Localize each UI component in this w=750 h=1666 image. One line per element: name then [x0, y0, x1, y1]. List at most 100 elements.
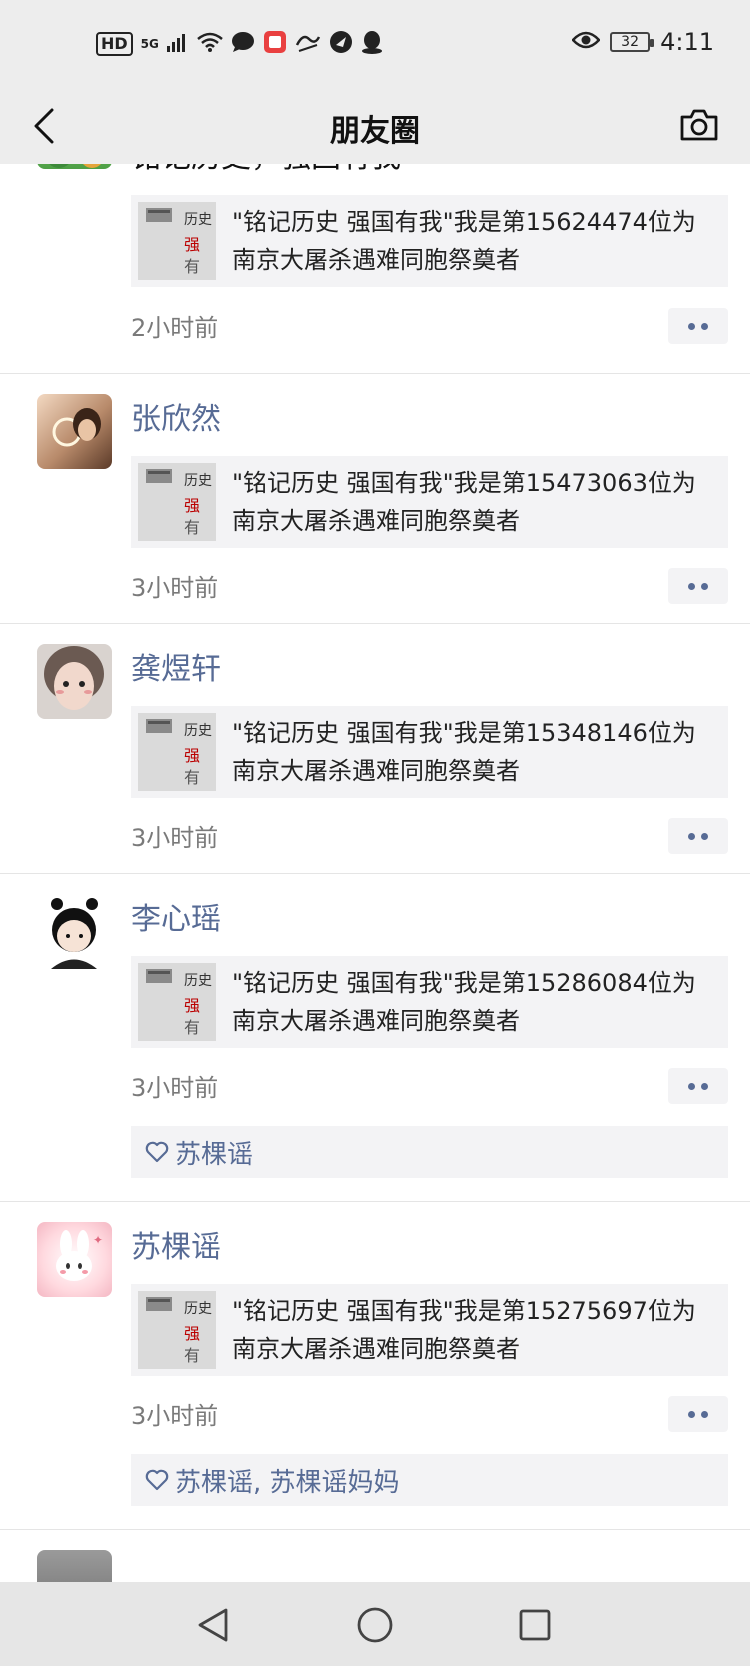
share-line-1: "铭记历史 强国有我"我是第15624474位为 [232, 208, 696, 236]
likes-bar: 苏棵谣, 苏棵谣妈妈 [131, 1454, 728, 1506]
dot-icon [701, 832, 708, 840]
system-back-button[interactable] [190, 1602, 236, 1648]
wifi-icon [197, 32, 223, 56]
network-type: 5G [140, 37, 159, 51]
share-card[interactable]: 历史强有 "铭记历史 强国有我"我是第15348146位为 南京大屠杀遇难同胞祭… [131, 706, 728, 798]
share-line-1: "铭记历史 强国有我"我是第15473063位为 [232, 469, 696, 497]
svg-text:有: 有 [184, 768, 200, 787]
svg-text:有: 有 [184, 257, 200, 276]
dot-icon [701, 322, 708, 330]
share-card[interactable]: 历史强有 "铭记历史 强国有我"我是第15624474位为 南京大屠杀遇难同胞祭… [131, 195, 728, 287]
dot-icon [688, 1082, 695, 1090]
app-icon [361, 30, 383, 58]
more-actions-button[interactable] [668, 308, 728, 344]
share-card[interactable]: 历史强有 "铭记历史 强国有我"我是第15286084位为 南京大屠杀遇难同胞祭… [131, 956, 728, 1048]
status-left: HD 5G [96, 30, 383, 58]
likes-bar: 苏棵谣 [131, 1126, 728, 1178]
app-icon [263, 30, 287, 58]
moment-post: 张欣然 历史强有 "铭记历史 强国有我"我是第15473063位为 南京大屠杀遇… [0, 374, 750, 624]
system-home-button[interactable] [352, 1602, 398, 1648]
svg-text:强: 强 [184, 1324, 200, 1343]
svg-text:历史: 历史 [184, 473, 212, 489]
user-name[interactable]: 李心瑶 [131, 894, 221, 938]
share-text: "铭记历史 强国有我"我是第15348146位为 南京大屠杀遇难同胞祭奠者 [232, 714, 696, 790]
post-time: 3小时前 [131, 1402, 219, 1430]
share-line-1: "铭记历史 强国有我"我是第15348146位为 [232, 719, 696, 747]
share-text: "铭记历史 强国有我"我是第15286084位为 南京大屠杀遇难同胞祭奠者 [232, 964, 696, 1040]
svg-text:强: 强 [184, 746, 200, 765]
moment-post: 李心瑶 历史强有 "铭记历史 强国有我"我是第15286084位为 南京大屠杀遇… [0, 874, 750, 1202]
dot-icon [688, 582, 695, 590]
share-line-2: 南京大屠杀遇难同胞祭奠者 [232, 507, 520, 535]
share-text: "铭记历史 强国有我"我是第15275697位为 南京大屠杀遇难同胞祭奠者 [232, 1292, 696, 1368]
avatar[interactable] [37, 394, 112, 469]
post-time: 2小时前 [131, 314, 219, 342]
svg-text:强: 强 [184, 235, 200, 254]
share-line-2: 南京大屠杀遇难同胞祭奠者 [232, 1335, 520, 1363]
moments-feed[interactable]: 铭记历史，强国有我 历史强有 "铭记历史 强国有我"我是第15624474位为 … [0, 164, 750, 1582]
share-line-2: 南京大屠杀遇难同胞祭奠者 [232, 1007, 520, 1035]
signal-icon [166, 32, 189, 56]
post-text: 铭记历史，强国有我 [131, 164, 401, 176]
clock: 4:11 [660, 28, 714, 56]
avatar[interactable] [37, 644, 112, 719]
moment-post [0, 1530, 750, 1582]
system-nav-bar [0, 1582, 750, 1666]
status-bar: HD 5G 32 4:11 [0, 0, 750, 88]
nav-bar: 朋友圈 [0, 88, 750, 164]
dot-icon [688, 322, 695, 330]
dot-icon [701, 1410, 708, 1418]
share-line-1: "铭记历史 强国有我"我是第15275697位为 [232, 1297, 696, 1325]
app-icon [329, 30, 353, 58]
svg-text:有: 有 [184, 518, 200, 537]
moment-post: 铭记历史，强国有我 历史强有 "铭记历史 强国有我"我是第15624474位为 … [0, 164, 750, 374]
avatar[interactable]: ✦ [37, 1222, 112, 1297]
svg-text:✦: ✦ [93, 1233, 103, 1247]
post-time: 3小时前 [131, 574, 219, 602]
avatar[interactable] [37, 1550, 112, 1582]
dot-icon [701, 582, 708, 590]
svg-text:历史: 历史 [184, 723, 212, 739]
message-icon [231, 31, 255, 57]
avatar[interactable] [37, 894, 112, 969]
more-actions-button[interactable] [668, 1396, 728, 1432]
share-thumbnail: 历史强有 [138, 1291, 216, 1369]
square-recents-icon [519, 1609, 551, 1641]
svg-text:历史: 历史 [184, 973, 212, 989]
svg-text:有: 有 [184, 1346, 200, 1365]
circle-home-icon [357, 1607, 393, 1643]
share-line-2: 南京大屠杀遇难同胞祭奠者 [232, 757, 520, 785]
moment-post: ✦ 苏棵谣 历史强有 "铭记历史 强国有我"我是第15275697位为 南京大屠… [0, 1202, 750, 1530]
share-thumbnail: 历史强有 [138, 202, 216, 280]
dot-icon [701, 1082, 708, 1090]
camera-icon [680, 109, 718, 141]
post-time: 3小时前 [131, 824, 219, 852]
share-line-1: "铭记历史 强国有我"我是第15286084位为 [232, 969, 696, 997]
user-name[interactable]: 龚煜轩 [131, 644, 221, 688]
share-text: "铭记历史 强国有我"我是第15624474位为 南京大屠杀遇难同胞祭奠者 [232, 203, 696, 279]
svg-text:历史: 历史 [184, 1301, 212, 1317]
svg-text:强: 强 [184, 996, 200, 1015]
share-text: "铭记历史 强国有我"我是第15473063位为 南京大屠杀遇难同胞祭奠者 [232, 464, 696, 540]
likes-names[interactable]: 苏棵谣 [175, 1134, 253, 1171]
svg-text:有: 有 [184, 1018, 200, 1037]
likes-names[interactable]: 苏棵谣, 苏棵谣妈妈 [175, 1462, 400, 1499]
share-thumbnail: 历史强有 [138, 963, 216, 1041]
share-card[interactable]: 历史强有 "铭记历史 强国有我"我是第15275697位为 南京大屠杀遇难同胞祭… [131, 1284, 728, 1376]
more-actions-button[interactable] [668, 1068, 728, 1104]
camera-button[interactable] [674, 100, 724, 150]
app-icon [295, 31, 321, 57]
avatar[interactable] [37, 164, 112, 169]
triangle-back-icon [198, 1608, 228, 1642]
more-actions-button[interactable] [668, 568, 728, 604]
dot-icon [688, 832, 695, 840]
share-card[interactable]: 历史强有 "铭记历史 强国有我"我是第15473063位为 南京大屠杀遇难同胞祭… [131, 456, 728, 548]
more-actions-button[interactable] [668, 818, 728, 854]
user-name[interactable]: 张欣然 [131, 394, 221, 438]
hd-badge: HD [96, 32, 133, 56]
heart-icon [145, 1141, 169, 1163]
share-thumbnail: 历史强有 [138, 463, 216, 541]
system-recents-button[interactable] [512, 1602, 558, 1648]
user-name[interactable]: 苏棵谣 [131, 1222, 221, 1266]
svg-text:强: 强 [184, 496, 200, 515]
